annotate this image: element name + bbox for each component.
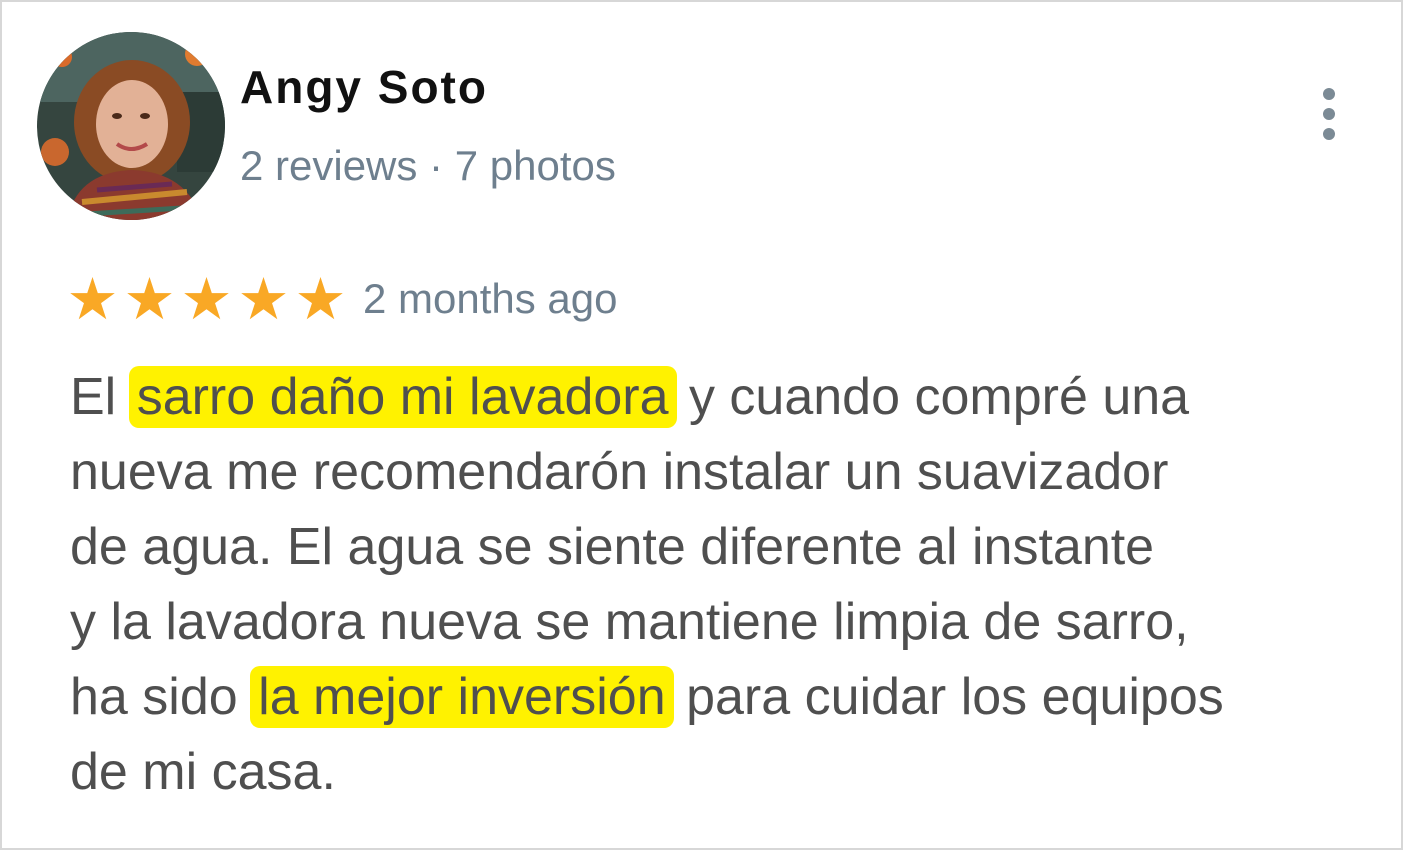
highlighted-phrase: la mejor inversión (250, 666, 674, 728)
review-card: Angy Soto 2 reviews · 7 photos ★ ★ ★ ★ ★ 2 m… (0, 0, 1403, 850)
review-text-segment: y cuando compré una (674, 368, 1190, 426)
avatar-photo (37, 32, 225, 220)
rating-row: ★ ★ ★ ★ ★ 2 months ago (64, 267, 618, 331)
review-text: El sarro daño mi lavadora y cuando compr… (70, 360, 1390, 810)
author-name[interactable]: Angy Soto (240, 60, 488, 114)
review-text-line: de mi casa. (70, 735, 1390, 810)
review-text-segment: de agua. El agua se siente diferente al … (70, 518, 1155, 576)
review-text-line: ha sido la mejor inversión para cuidar l… (70, 660, 1390, 735)
star-icon: ★ (180, 265, 233, 333)
review-text-segment: El (70, 368, 131, 426)
review-time: 2 months ago (363, 275, 618, 322)
review-text-segment: ha sido (70, 668, 253, 726)
review-text-line: de agua. El agua se siente diferente al … (70, 510, 1390, 585)
author-stats: 2 reviews · 7 photos (240, 142, 616, 189)
more-vertical-icon (1323, 88, 1335, 100)
star-icon: ★ (66, 265, 119, 333)
more-vertical-icon-dot (1323, 128, 1335, 140)
star-icon: ★ (123, 265, 176, 333)
more-vertical-icon-dot (1323, 108, 1335, 120)
more-options-button[interactable] (1306, 84, 1352, 144)
star-icon: ★ (237, 265, 290, 333)
review-text-segment: de mi casa. (70, 743, 336, 801)
review-text-line: y la lavadora nueva se mantiene limpia d… (70, 585, 1390, 660)
review-text-segment: y la lavadora nueva se mantiene limpia d… (70, 593, 1189, 651)
review-text-line: nueva me recomendarón instalar un suaviz… (70, 435, 1390, 510)
review-text-segment: nueva me recomendarón instalar un suaviz… (70, 443, 1169, 501)
star-icon: ★ (294, 265, 347, 333)
star-rating: ★ ★ ★ ★ ★ (64, 270, 349, 328)
highlighted-phrase: sarro daño mi lavadora (128, 366, 677, 428)
avatar[interactable] (37, 32, 225, 220)
review-text-segment: para cuidar los equipos (671, 668, 1224, 726)
review-text-line: El sarro daño mi lavadora y cuando compr… (70, 360, 1390, 435)
